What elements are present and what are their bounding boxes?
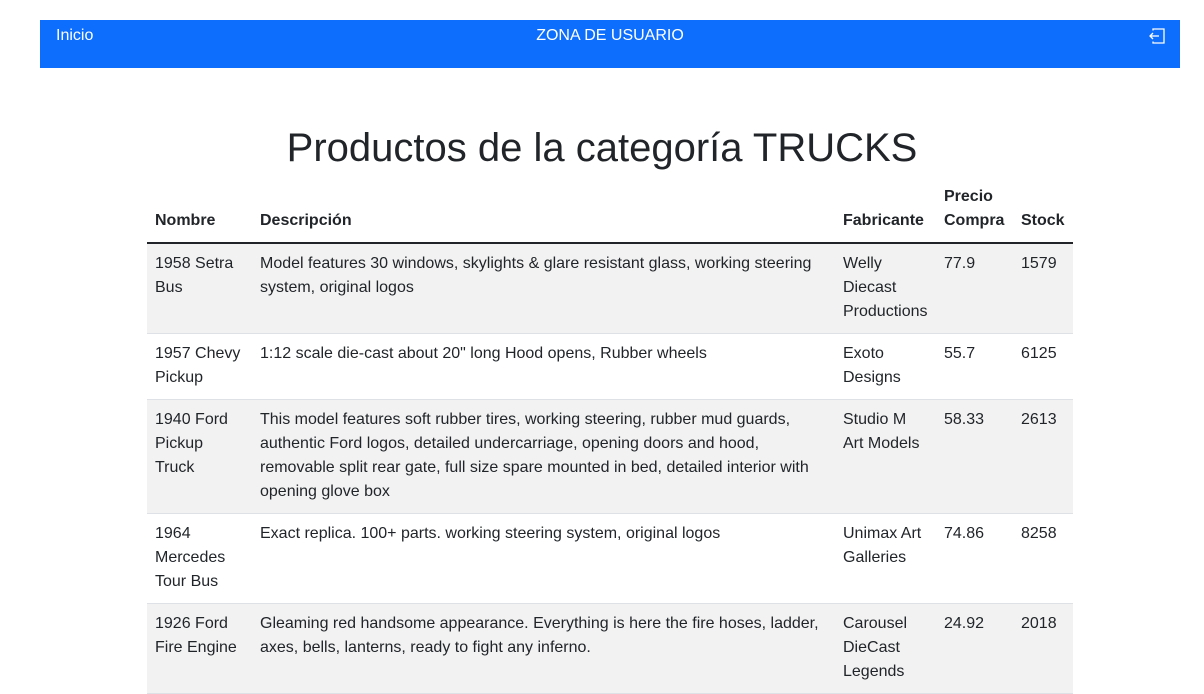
header-fabricante: Fabricante <box>835 185 936 244</box>
cell-precio: 24.92 <box>936 603 1013 694</box>
cell-precio: 74.86 <box>936 513 1013 604</box>
cell-fabricante: Unimax Art Galleries <box>835 513 936 604</box>
cell-descripcion: Model features 30 windows, skylights & g… <box>252 243 835 334</box>
table-row: 1926 Ford Fire Engine Gleaming red hands… <box>147 603 1073 694</box>
cell-precio: 55.7 <box>936 333 1013 400</box>
cell-descripcion: Exact replica. 100+ parts. working steer… <box>252 513 835 604</box>
cell-fabricante: Carousel DieCast Legends <box>835 603 936 694</box>
header-stock: Stock <box>1013 185 1073 244</box>
cell-nombre: 1940 Ford Pickup Truck <box>147 399 252 514</box>
cell-descripcion: 1:12 scale die-cast about 20" long Hood … <box>252 333 835 400</box>
products-table-container: Nombre Descripción Fabricante Precio Comp… <box>147 185 1073 694</box>
cell-precio: 77.9 <box>936 243 1013 334</box>
cell-stock: 8258 <box>1013 513 1073 604</box>
cell-nombre: 1964 Mercedes Tour Bus <box>147 513 252 604</box>
top-navbar: Inicio ZONA DE USUARIO <box>40 20 1180 68</box>
cell-stock: 6125 <box>1013 333 1073 400</box>
products-table: Nombre Descripción Fabricante Precio Comp… <box>147 185 1073 694</box>
nav-home-link[interactable]: Inicio <box>56 27 93 45</box>
cell-descripcion: This model features soft rubber tires, w… <box>252 399 835 514</box>
cell-nombre: 1957 Chevy Pickup <box>147 333 252 400</box>
cell-stock: 2018 <box>1013 603 1073 694</box>
cell-fabricante: Exoto Designs <box>835 333 936 400</box>
logout-icon[interactable] <box>1148 28 1166 44</box>
cell-stock: 1579 <box>1013 243 1073 334</box>
cell-stock: 2613 <box>1013 399 1073 514</box>
header-precio-compra: Precio Compra <box>936 185 1013 244</box>
table-row: 1964 Mercedes Tour Bus Exact replica. 10… <box>147 513 1073 604</box>
header-descripcion: Descripción <box>252 185 835 244</box>
page-title: Productos de la categoría TRUCKS <box>286 126 918 170</box>
table-row: 1958 Setra Bus Model features 30 windows… <box>147 243 1073 334</box>
cell-descripcion: Gleaming red handsome appearance. Everyt… <box>252 603 835 694</box>
table-header-row: Nombre Descripción Fabricante Precio Comp… <box>147 185 1073 244</box>
table-row: 1957 Chevy Pickup 1:12 scale die-cast ab… <box>147 333 1073 400</box>
header-nombre: Nombre <box>147 185 252 244</box>
cell-nombre: 1926 Ford Fire Engine <box>147 603 252 694</box>
cell-fabricante: Welly Diecast Productions <box>835 243 936 334</box>
cell-nombre: 1958 Setra Bus <box>147 243 252 334</box>
table-row: 1940 Ford Pickup Truck This model featur… <box>147 399 1073 514</box>
header-precio-line1: Precio <box>944 188 993 205</box>
header-precio-line2: Compra <box>944 212 1005 229</box>
cell-precio: 58.33 <box>936 399 1013 514</box>
nav-title: ZONA DE USUARIO <box>536 27 684 44</box>
cell-fabricante: Studio M Art Models <box>835 399 936 514</box>
